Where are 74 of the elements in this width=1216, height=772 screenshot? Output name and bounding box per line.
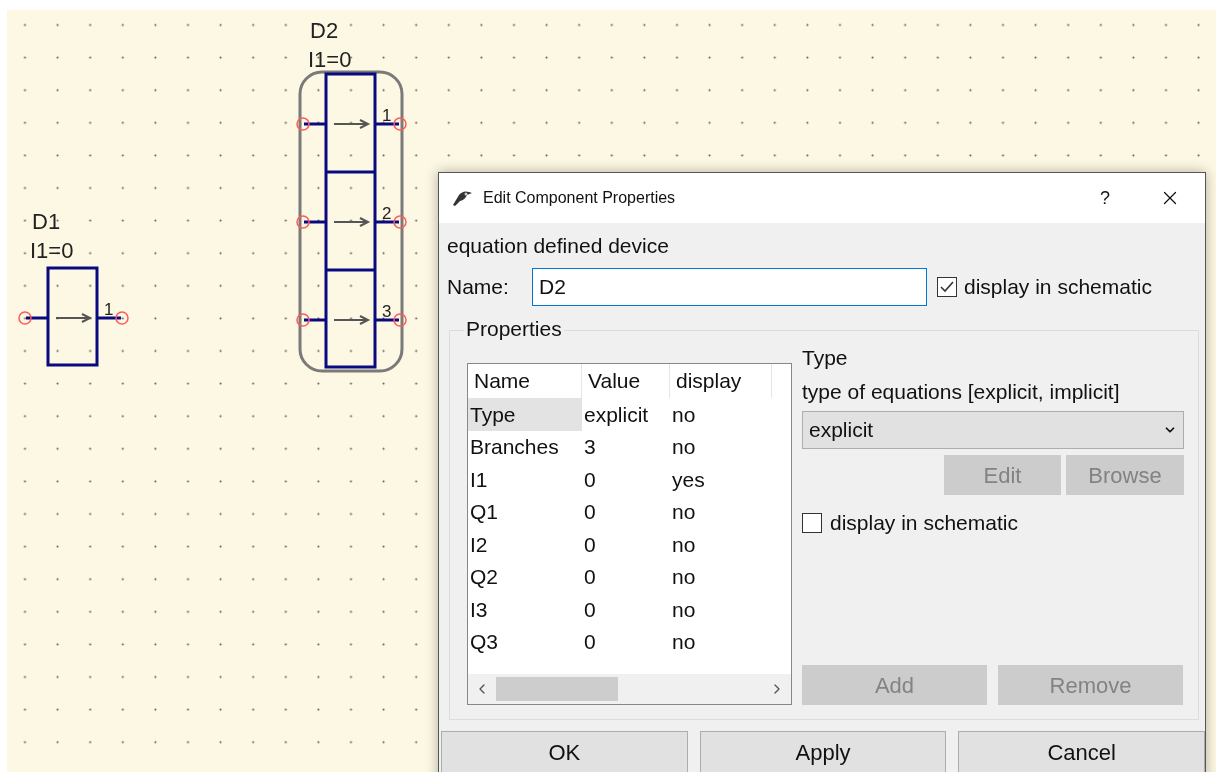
table-cell-text: no <box>671 434 697 460</box>
table-cell[interactable]: Q3 <box>468 625 582 658</box>
column-header[interactable]: Value <box>582 364 670 398</box>
component-parameter: I1=0 <box>30 238 74 263</box>
dialog-button[interactable]: Cancel <box>958 731 1205 772</box>
pin-wire <box>97 316 121 320</box>
pin-wire <box>304 122 326 126</box>
pin-wire <box>304 220 326 224</box>
port-icon[interactable] <box>393 117 407 131</box>
table-cell-text: 3 <box>583 434 597 460</box>
horizontal-scrollbar[interactable] <box>468 674 791 704</box>
checkbox-label: display in schematic <box>964 274 1152 301</box>
scrollbar-thumb[interactable] <box>496 677 618 701</box>
table-cell-text: 0 <box>583 466 597 493</box>
port-icon[interactable] <box>18 311 32 325</box>
arrow-icon <box>333 119 371 129</box>
component-body[interactable] <box>46 266 99 367</box>
component-name: D2 <box>310 18 339 43</box>
table-cell[interactable]: Q1 <box>468 495 582 528</box>
property-description: type of equations [explicit, implicit] <box>802 379 1121 405</box>
property-title: Type <box>802 345 849 371</box>
port-icon[interactable] <box>296 313 310 327</box>
table-cell-text: 0 <box>583 499 597 525</box>
branch-number: 3 <box>382 302 392 321</box>
dialog-button[interactable]: Apply <box>699 731 947 772</box>
table-cell-text: no <box>671 531 697 558</box>
table-cell[interactable]: Type <box>468 398 582 431</box>
table-cell-text: no <box>671 629 697 655</box>
branch-number: 1 <box>382 106 392 125</box>
name-label: Name: <box>447 274 510 301</box>
branch-number: 2 <box>382 204 392 223</box>
table-cell-text: no <box>671 564 697 590</box>
port-icon[interactable] <box>393 313 407 327</box>
port-icon[interactable] <box>296 117 310 131</box>
column-header[interactable]: display <box>670 364 772 398</box>
pin-wire <box>375 122 399 126</box>
checkbox[interactable] <box>937 277 957 297</box>
name-field[interactable]: D2 <box>532 268 927 306</box>
app-icon <box>451 189 473 207</box>
checkbox[interactable] <box>802 512 822 533</box>
component-name: D1 <box>32 209 61 234</box>
pin-wire <box>375 318 399 322</box>
window-title: Edit Component Properties <box>483 188 676 208</box>
checkbox-label: display in schematic <box>830 510 1018 536</box>
table-cell-text: 0 <box>583 564 597 590</box>
component-parameter: I1=0 <box>308 47 352 72</box>
arrow-icon <box>55 313 93 323</box>
help-button[interactable]: ? <box>1085 184 1125 212</box>
table-cell[interactable]: I1 <box>468 463 582 496</box>
table-cell-text: explicit <box>583 401 650 428</box>
type-select[interactable]: explicit <box>802 411 1184 449</box>
table-cell[interactable]: I2 <box>468 528 582 561</box>
table-cell-text: 0 <box>583 629 597 655</box>
component-description: equation defined device <box>447 233 670 259</box>
table-cell[interactable]: I3 <box>468 593 582 626</box>
dialog-button[interactable]: OK <box>441 731 688 772</box>
port-icon[interactable] <box>115 311 129 325</box>
component-body[interactable] <box>324 72 377 369</box>
branch-number: 1 <box>104 300 114 319</box>
pin-wire <box>304 318 326 322</box>
table-cell-text: no <box>671 596 697 623</box>
table-cell-text: 0 <box>583 531 597 558</box>
pin-wire <box>26 316 48 320</box>
port-icon[interactable] <box>393 215 407 229</box>
port-icon[interactable] <box>296 215 310 229</box>
table-cell[interactable]: Q2 <box>468 560 582 593</box>
arrow-icon <box>333 217 371 227</box>
table-cell-text: 0 <box>583 596 597 623</box>
table-cell-text: no <box>671 401 697 428</box>
table-cell-text: yes <box>671 466 706 493</box>
pin-wire <box>375 220 399 224</box>
arrow-icon <box>333 315 371 325</box>
table-cell[interactable]: Branches <box>468 430 582 463</box>
table-cell-text: no <box>671 499 697 525</box>
